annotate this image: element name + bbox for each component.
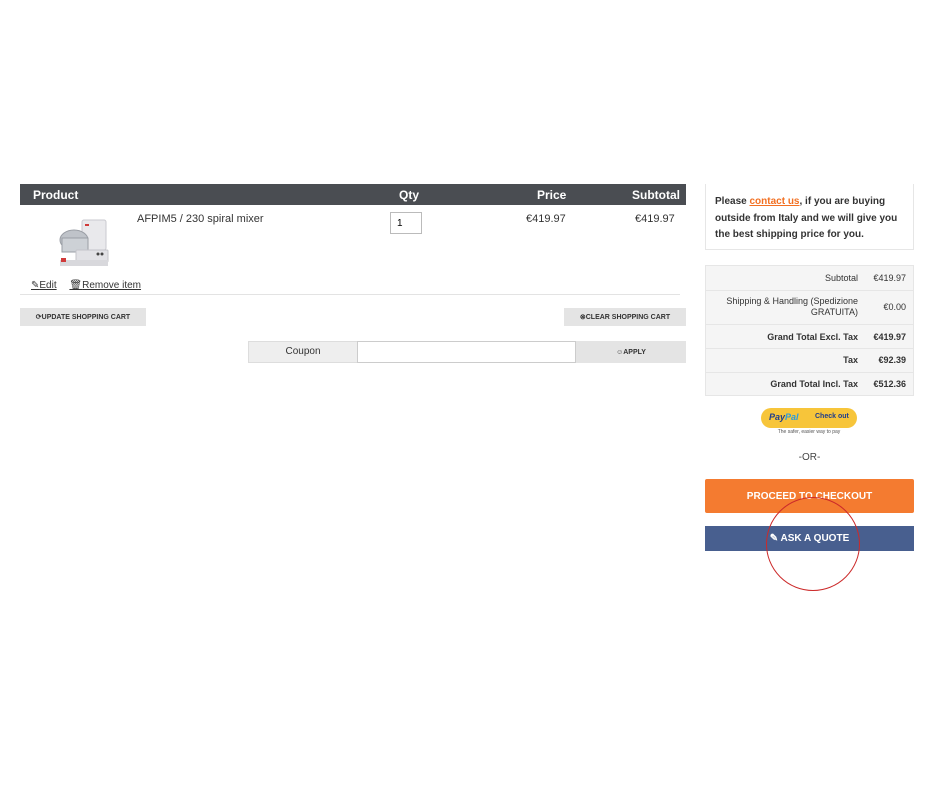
proceed-to-checkout-button[interactable]: PROCEED TO CHECKOUT: [705, 479, 914, 513]
remove-item-link[interactable]: 🗑Remove item: [69, 280, 141, 291]
item-actions: ✎Edit 🗑Remove item: [31, 280, 151, 291]
paypal-logo: PayPal: [769, 412, 799, 422]
or-separator: -OR-: [798, 452, 821, 463]
quantity-input[interactable]: [390, 212, 422, 234]
clear-cart-button[interactable]: ⊗CLEAR SHOPPING CART: [564, 308, 686, 326]
header-qty: Qty: [399, 188, 420, 202]
order-totals: Subtotal €419.97 Shipping & Handling (Sp…: [705, 265, 914, 396]
header-product: Product: [33, 188, 79, 202]
paypal-checkout-button[interactable]: PayPal Check out: [761, 408, 857, 428]
edit-link[interactable]: ✎Edit: [31, 280, 57, 291]
coupon-input[interactable]: [357, 341, 576, 363]
shipping-notice: Please contact us, if you are buying out…: [705, 184, 914, 250]
coupon-label: Coupon: [248, 341, 358, 363]
product-name[interactable]: AFPIM5 / 230 spiral mixer: [137, 213, 264, 225]
ask-a-quote-button[interactable]: ✎ ASK A QUOTE: [705, 526, 914, 551]
contact-us-link[interactable]: contact us: [749, 196, 799, 207]
trash-icon: 🗑: [69, 280, 83, 291]
header-subtotal: Subtotal: [632, 188, 680, 202]
product-image[interactable]: [56, 214, 112, 270]
row-divider: [20, 294, 680, 295]
header-price: Price: [537, 188, 567, 202]
update-cart-button[interactable]: ⟳UPDATE SHOPPING CART: [20, 308, 146, 326]
item-price: €419.97: [526, 213, 566, 225]
item-subtotal: €419.97: [635, 213, 675, 225]
edit-icon: ✎: [769, 533, 781, 544]
paypal-tagline: The safer, easier way to pay: [777, 429, 841, 435]
apply-coupon-button[interactable]: ☺APPLY: [576, 341, 686, 363]
cart-table-header: Product Qty Price Subtotal: [20, 184, 686, 205]
